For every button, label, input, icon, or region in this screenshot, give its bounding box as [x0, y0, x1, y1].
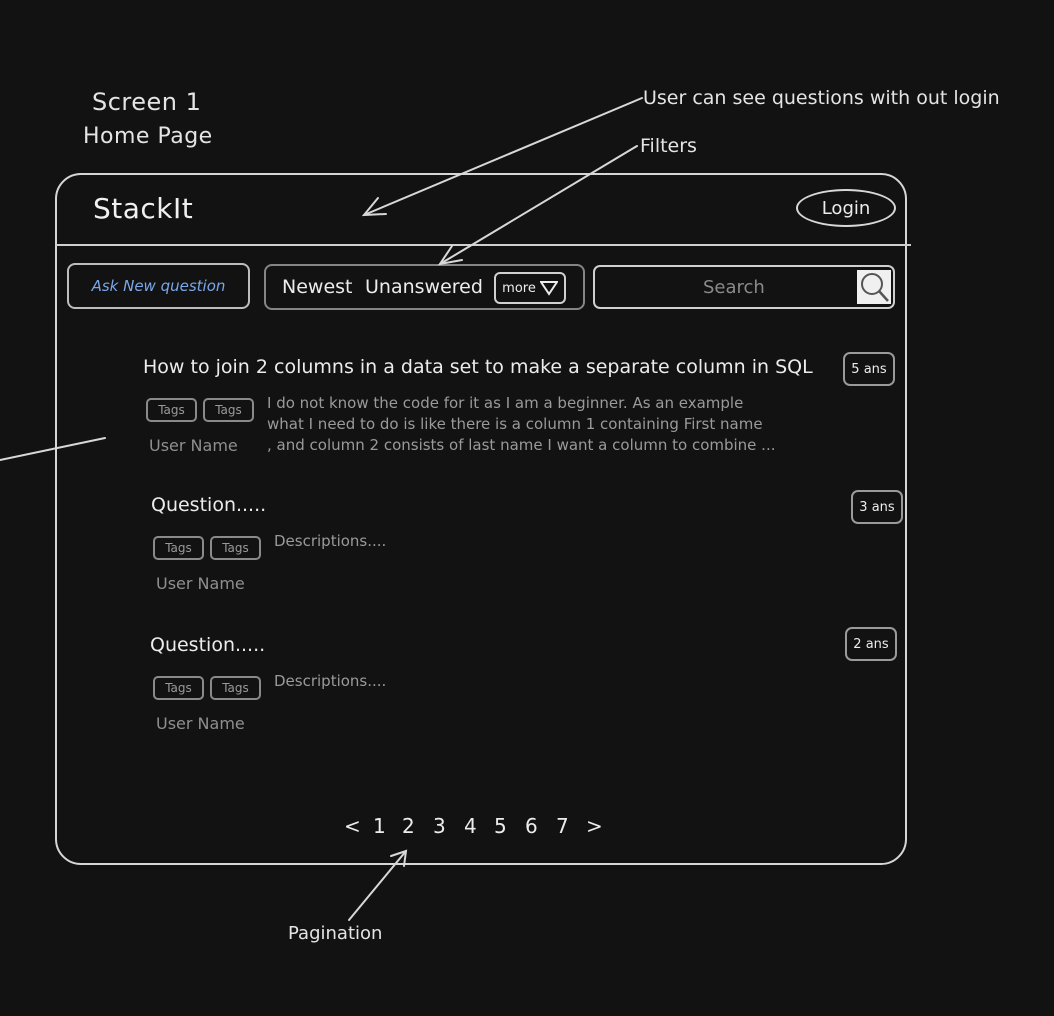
annotation-pagination: Pagination	[288, 923, 383, 944]
login-button[interactable]: Login	[796, 189, 896, 227]
pagination-page-3[interactable]: 3	[433, 814, 446, 838]
search-input[interactable]: Search	[593, 265, 895, 309]
question-tag[interactable]: Tags	[210, 676, 261, 700]
more-filters-button[interactable]: more	[494, 272, 566, 304]
question-user-name[interactable]: User Name	[149, 436, 238, 455]
pagination-page-1[interactable]: 1	[373, 814, 386, 838]
pagination-prev[interactable]: <	[344, 814, 361, 838]
question-tag[interactable]: Tags	[146, 398, 197, 422]
question-tag[interactable]: Tags	[203, 398, 254, 422]
pagination-page-7[interactable]: 7	[556, 814, 569, 838]
brand-logo: StackIt	[93, 192, 194, 225]
filter-newest[interactable]: Newest	[282, 276, 352, 298]
annotation-no-login: User can see questions with out login	[643, 87, 1000, 109]
header-divider	[55, 244, 911, 246]
pagination-page-6[interactable]: 6	[525, 814, 538, 838]
more-label: more	[502, 280, 536, 296]
question-title[interactable]: Question.....	[150, 634, 265, 656]
answer-count-badge: 3 ans	[851, 490, 903, 524]
question-user-name[interactable]: User Name	[156, 714, 245, 733]
question-description: Descriptions....	[274, 672, 387, 690]
question-user-name[interactable]: User Name	[156, 574, 245, 593]
search-placeholder: Search	[703, 277, 765, 298]
question-description: Descriptions....	[274, 532, 387, 550]
pagination-next[interactable]: >	[586, 814, 603, 838]
answer-count-badge: 2 ans	[845, 627, 897, 661]
filter-unanswered[interactable]: Unanswered	[365, 276, 483, 298]
search-button[interactable]	[857, 270, 891, 304]
description-line: , and column 2 consists of last name I w…	[267, 436, 776, 454]
question-tag[interactable]: Tags	[210, 536, 261, 560]
search-icon	[861, 273, 889, 302]
description-line: I do not know the code for it as I am a …	[267, 394, 744, 412]
answer-count-badge: 5 ans	[843, 352, 895, 386]
pagination-page-4[interactable]: 4	[464, 814, 477, 838]
screen-label: Screen 1	[92, 88, 202, 116]
question-tag[interactable]: Tags	[153, 676, 204, 700]
question-description: I do not know the code for it as I am a …	[267, 393, 775, 456]
question-tag[interactable]: Tags	[153, 536, 204, 560]
annotation-filters: Filters	[640, 135, 697, 157]
question-title[interactable]: How to join 2 columns in a data set to m…	[143, 356, 813, 378]
screen-subtitle: Home Page	[83, 124, 213, 149]
pagination-page-5[interactable]: 5	[494, 814, 507, 838]
dropdown-triangle-icon	[539, 281, 558, 296]
description-line: what I need to do is like there is a col…	[267, 415, 763, 433]
pagination-page-2[interactable]: 2	[402, 814, 415, 838]
ask-question-button[interactable]: Ask New question	[67, 263, 250, 309]
question-title[interactable]: Question.....	[151, 494, 266, 516]
filter-group: Newest Unanswered more	[264, 264, 585, 310]
